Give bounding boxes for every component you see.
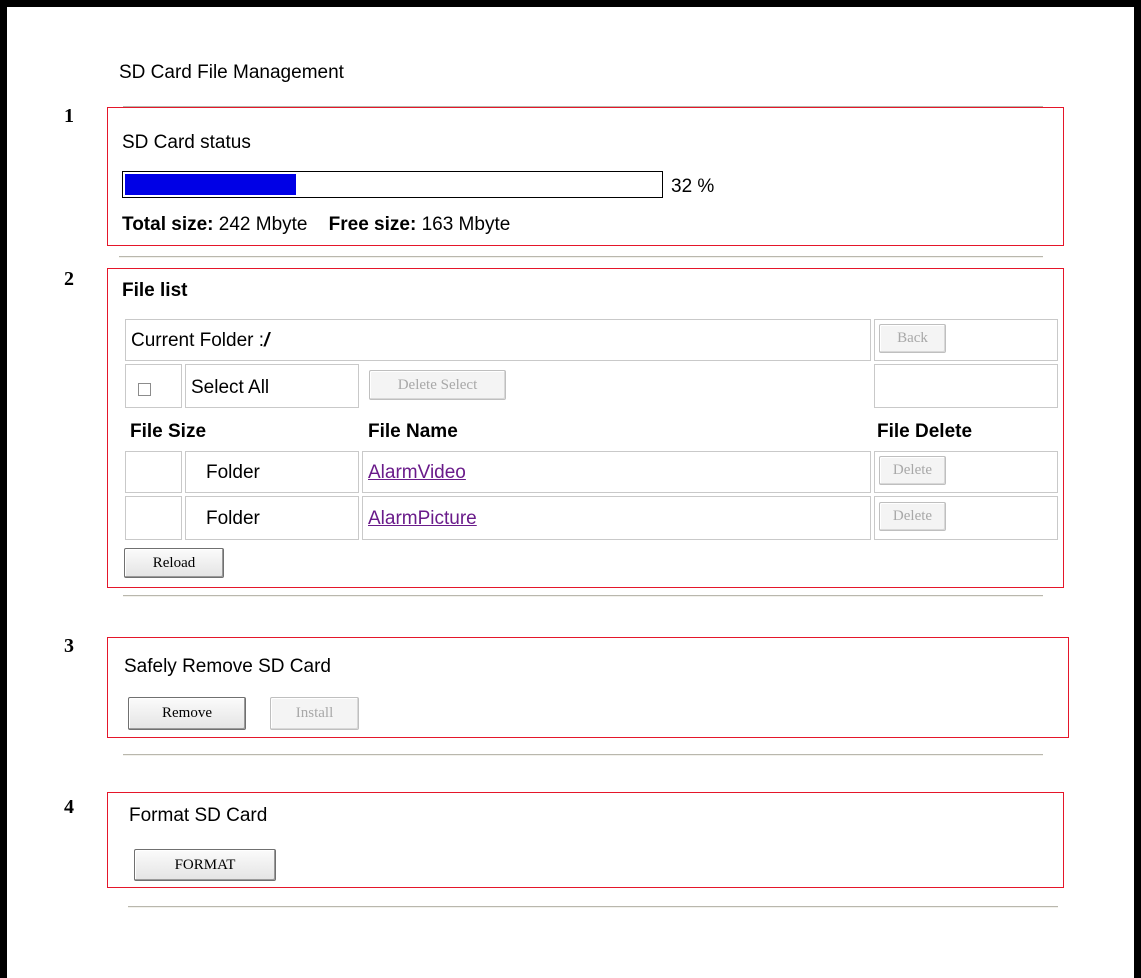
free-size-value: 163 Mbyte bbox=[421, 214, 511, 235]
install-button[interactable]: Install bbox=[270, 697, 359, 730]
file-size-header: File Size bbox=[130, 421, 207, 442]
separator bbox=[123, 595, 1043, 597]
marker-1: 1 bbox=[64, 105, 74, 127]
marker-2: 2 bbox=[64, 268, 74, 290]
delete-alarmvideo-button[interactable]: Delete bbox=[879, 456, 946, 485]
separator bbox=[123, 754, 1043, 756]
file-name-header: File Name bbox=[368, 421, 458, 442]
remove-button[interactable]: Remove bbox=[128, 697, 246, 730]
format-section-title: Format SD Card bbox=[129, 805, 268, 826]
marker-3: 3 bbox=[64, 635, 74, 657]
current-folder: Current Folder :/ bbox=[131, 330, 269, 352]
delete-select-button[interactable]: Delete Select bbox=[369, 370, 506, 400]
delete-alarmpicture-button[interactable]: Delete bbox=[879, 502, 946, 531]
total-size-label: Total size: bbox=[122, 214, 214, 235]
reload-button[interactable]: Reload bbox=[124, 548, 224, 578]
free-size-label: Free size: bbox=[328, 214, 417, 235]
row-select-cell bbox=[125, 451, 182, 493]
format-button[interactable]: FORMAT bbox=[134, 849, 276, 881]
total-size-value: 242 Mbyte bbox=[218, 214, 308, 235]
empty-cell bbox=[874, 364, 1058, 408]
current-folder-label: Current Folder : bbox=[131, 330, 265, 351]
file-size: Folder bbox=[206, 508, 260, 529]
usage-percent: 32 % bbox=[671, 176, 715, 197]
usage-progress-fill bbox=[125, 174, 296, 195]
status-section-title: SD Card status bbox=[122, 132, 251, 153]
select-all-checkbox[interactable] bbox=[138, 383, 151, 396]
file-delete-header: File Delete bbox=[877, 421, 973, 442]
remove-section-title: Safely Remove SD Card bbox=[124, 656, 331, 677]
marker-4: 4 bbox=[64, 796, 74, 818]
current-folder-value: / bbox=[264, 330, 270, 351]
file-link-alarmpicture[interactable]: AlarmPicture bbox=[368, 508, 477, 530]
separator bbox=[119, 256, 1043, 258]
size-summary: Total size: 242 Mbyte Free size: 163 Mby… bbox=[122, 214, 510, 236]
file-size: Folder bbox=[206, 462, 260, 483]
remove-highlight-box bbox=[107, 637, 1069, 738]
separator bbox=[128, 906, 1058, 908]
row-select-cell bbox=[125, 496, 182, 540]
select-all-checkbox-cell bbox=[125, 364, 182, 408]
page-title: SD Card File Management bbox=[119, 62, 344, 83]
file-link-alarmvideo[interactable]: AlarmVideo bbox=[368, 462, 466, 484]
usage-progress-bar bbox=[122, 171, 663, 198]
file-list-title: File list bbox=[122, 280, 188, 301]
back-button[interactable]: Back bbox=[879, 324, 946, 353]
select-all-label: Select All bbox=[191, 377, 270, 398]
